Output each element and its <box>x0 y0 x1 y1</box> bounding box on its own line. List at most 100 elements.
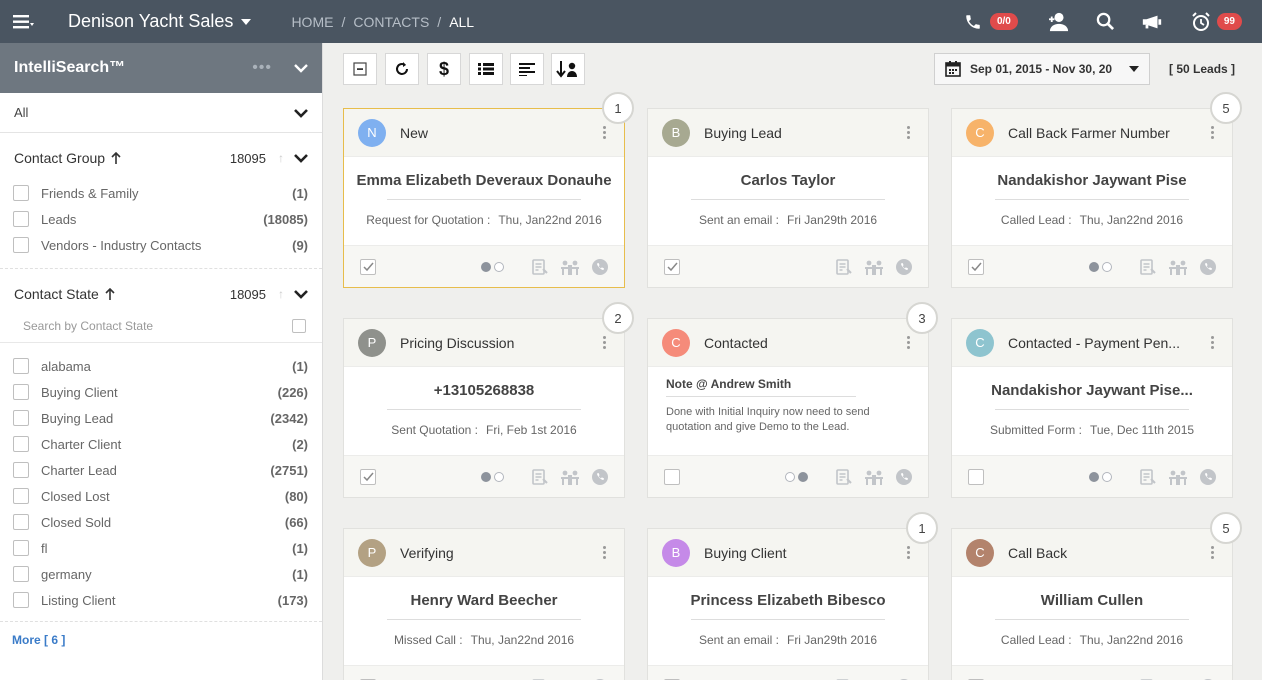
contact-name[interactable]: Princess Elizabeth Bibesco <box>690 592 885 609</box>
lead-card[interactable]: C Call Back Farmer Number Nandakishor Jayw… <box>951 108 1233 288</box>
contact-state-item[interactable]: Closed Sold (66) <box>0 509 322 535</box>
lead-card[interactable]: B Buying Client Princess Elizabeth Bibesco… <box>647 528 929 680</box>
contact-state-search-input[interactable]: Search by Contact State <box>23 319 292 333</box>
note-icon[interactable] <box>1140 258 1156 275</box>
sort-up-icon[interactable]: ↑ <box>278 151 284 165</box>
main-menu-button[interactable] <box>0 0 46 43</box>
kebab-menu-icon[interactable] <box>1206 126 1218 139</box>
arrow-up-icon[interactable] <box>111 152 121 164</box>
breadcrumb-home[interactable]: HOME <box>291 14 333 30</box>
contact-name[interactable]: +13105268838 <box>434 382 535 399</box>
pager-dot[interactable] <box>481 471 491 482</box>
meeting-icon[interactable] <box>560 469 580 485</box>
contact-state-checkbox[interactable] <box>13 566 29 582</box>
note-icon[interactable] <box>532 258 548 275</box>
lead-card[interactable]: C Call Back William Cullen Called Lead : Thu… <box>951 528 1233 680</box>
select-lead-checkbox[interactable] <box>664 468 680 485</box>
meeting-icon[interactable] <box>864 469 884 485</box>
contact-group-header[interactable]: Contact Group 18095 ↑ <box>0 143 322 173</box>
meeting-icon[interactable] <box>560 259 580 275</box>
contact-name[interactable]: Henry Ward Beecher <box>411 592 558 609</box>
pager-dot[interactable] <box>1089 471 1099 482</box>
meeting-icon[interactable] <box>864 259 884 275</box>
phone-icon[interactable] <box>592 258 608 275</box>
chevron-down-icon[interactable] <box>294 289 308 299</box>
phone-icon[interactable] <box>592 468 608 485</box>
contact-state-item[interactable]: Charter Client (2) <box>0 431 322 457</box>
breadcrumb-contacts[interactable]: CONTACTS <box>353 14 429 30</box>
kebab-menu-icon[interactable] <box>902 546 914 559</box>
contact-state-checkbox[interactable] <box>13 410 29 426</box>
collapse-button[interactable] <box>343 53 377 85</box>
kebab-menu-icon[interactable] <box>902 336 914 349</box>
kebab-menu-icon[interactable] <box>1206 546 1218 559</box>
more-options-icon[interactable]: ••• <box>252 59 272 77</box>
contact-group-item[interactable]: Vendors - Industry Contacts (9) <box>0 232 322 258</box>
select-lead-checkbox[interactable] <box>968 258 984 275</box>
app-switcher[interactable]: Denison Yacht Sales <box>68 11 252 32</box>
kebab-menu-icon[interactable] <box>1206 336 1218 349</box>
kebab-menu-icon[interactable] <box>902 126 914 139</box>
kebab-menu-icon[interactable] <box>598 336 610 349</box>
list-view-button[interactable] <box>469 53 503 85</box>
pager-dot[interactable] <box>1089 261 1099 272</box>
arrow-up-icon[interactable] <box>105 288 115 300</box>
select-lead-checkbox[interactable] <box>664 258 680 275</box>
chevron-down-icon[interactable] <box>294 153 308 163</box>
pager-dot[interactable] <box>798 471 808 482</box>
select-all-checkbox[interactable] <box>292 318 306 333</box>
contact-state-search[interactable]: Search by Contact State <box>0 309 322 343</box>
pager-dot[interactable] <box>1102 261 1112 272</box>
lead-card[interactable]: B Buying Lead Carlos Taylor Sent an email :… <box>647 108 929 288</box>
contact-group-checkbox[interactable] <box>13 211 29 227</box>
contact-name[interactable]: Carlos Taylor <box>741 172 836 189</box>
contact-state-header[interactable]: Contact State 18095 ↑ <box>0 279 322 309</box>
contact-state-checkbox[interactable] <box>13 462 29 478</box>
contact-group-item[interactable]: Leads (18085) <box>0 206 322 232</box>
announcements-button[interactable] <box>1141 0 1163 43</box>
lead-card[interactable]: P Pricing Discussion +13105268838 Sent Quot… <box>343 318 625 498</box>
contact-state-checkbox[interactable] <box>13 488 29 504</box>
sort-up-icon[interactable]: ↑ <box>278 287 284 301</box>
select-lead-checkbox[interactable] <box>360 468 376 485</box>
phone-icon[interactable] <box>1200 258 1216 275</box>
contact-state-item[interactable]: alabama (1) <box>0 353 322 379</box>
contact-state-item[interactable]: fl (1) <box>0 535 322 561</box>
reminders-button[interactable] <box>1191 0 1211 43</box>
contact-name[interactable]: William Cullen <box>1041 592 1143 609</box>
contact-state-item[interactable]: Buying Client (226) <box>0 379 322 405</box>
align-button[interactable] <box>510 53 544 85</box>
sort-by-owner-button[interactable] <box>551 53 585 85</box>
contact-name[interactable]: Nandakishor Jaywant Pise... <box>991 382 1193 399</box>
phone-button[interactable] <box>964 0 982 43</box>
search-button[interactable] <box>1096 0 1115 43</box>
contact-name[interactable]: Emma Elizabeth Deveraux Donauhe <box>356 172 611 189</box>
pager-dot[interactable] <box>494 471 504 482</box>
contact-state-checkbox[interactable] <box>13 592 29 608</box>
contact-state-checkbox[interactable] <box>13 358 29 374</box>
contact-state-item[interactable]: Closed Lost (80) <box>0 483 322 509</box>
lead-card[interactable]: P Verifying Henry Ward Beecher Missed Call … <box>343 528 625 680</box>
contact-state-checkbox[interactable] <box>13 436 29 452</box>
meeting-icon[interactable] <box>1168 469 1188 485</box>
note-icon[interactable] <box>836 468 852 485</box>
contact-group-checkbox[interactable] <box>13 185 29 201</box>
refresh-button[interactable] <box>385 53 419 85</box>
phone-icon[interactable] <box>1200 468 1216 485</box>
contact-state-item[interactable]: Charter Lead (2751) <box>0 457 322 483</box>
contact-group-checkbox[interactable] <box>13 237 29 253</box>
contact-group-item[interactable]: Friends & Family (1) <box>0 180 322 206</box>
note-icon[interactable] <box>532 468 548 485</box>
contact-state-item[interactable]: germany (1) <box>0 561 322 587</box>
kebab-menu-icon[interactable] <box>598 546 610 559</box>
select-lead-checkbox[interactable] <box>360 258 376 275</box>
more-states-link[interactable]: More [ 6 ] <box>0 628 322 652</box>
contact-state-checkbox[interactable] <box>13 514 29 530</box>
contact-name[interactable]: Nandakishor Jaywant Pise <box>997 172 1186 189</box>
pager-dot[interactable] <box>494 261 504 272</box>
lead-card[interactable]: N New Emma Elizabeth Deveraux Donauhe Reque… <box>343 108 625 288</box>
contact-state-item[interactable]: Buying Lead (2342) <box>0 405 322 431</box>
note-icon[interactable] <box>836 258 852 275</box>
pager-dot[interactable] <box>785 471 795 482</box>
select-lead-checkbox[interactable] <box>968 468 984 485</box>
